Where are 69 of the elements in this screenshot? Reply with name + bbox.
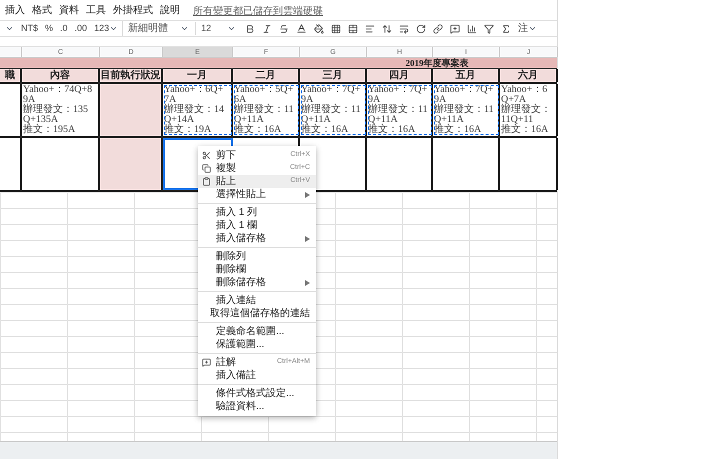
font-size-dropdown[interactable]: 12 [195, 22, 242, 36]
align-left-icon [365, 24, 376, 34]
comment-add-icon [450, 24, 460, 34]
font-dropdown[interactable]: 新細明體 [122, 21, 194, 36]
number-format-button[interactable]: 123 [91, 20, 122, 36]
header-cell: 三月 [300, 69, 367, 82]
caret-icon [528, 24, 538, 33]
context-menu-item[interactable]: 插入 1 列 [198, 206, 316, 219]
header-cell: 內容 [22, 69, 100, 82]
menu-item[interactable]: 插入 [5, 6, 25, 16]
currency-button[interactable]: NT$ [18, 20, 42, 36]
link-icon [433, 24, 444, 34]
increase-decimals-button[interactable]: .00 [72, 20, 90, 36]
context-menu-item[interactable]: 刪除列 [198, 250, 316, 263]
context-menu-item[interactable]: 插入儲存格 [198, 232, 316, 245]
caret-icon [180, 24, 190, 33]
submenu-arrow-icon [305, 192, 310, 198]
header-cell: 一月 [163, 69, 233, 82]
italic-icon [262, 24, 272, 34]
menu-item[interactable]: 資料 [59, 6, 79, 16]
caret-icon [109, 24, 118, 33]
context-menu-item[interactable]: 插入 1 欄 [198, 219, 316, 232]
context-menu-item[interactable]: 刪除欄 [198, 263, 316, 276]
submenu-arrow-icon [305, 280, 310, 286]
merge-cells-icon [348, 24, 358, 34]
header-cell: 目前執行狀況 [100, 69, 163, 82]
table-cell: Yahoo+：74Q+89A 辦理發文：135Q+135A 推文：195A [22, 84, 100, 136]
context-menu-item[interactable]: 刪除儲存格 [198, 276, 316, 289]
table-title: 2019年度專案表 [404, 58, 470, 68]
paint-bucket-icon [314, 24, 324, 34]
text-wrap-icon [399, 24, 410, 34]
vertical-align-icon [382, 24, 392, 34]
context-menu-item[interactable]: 驗證資料... [198, 400, 316, 413]
borders-icon [331, 24, 342, 34]
header-cell: 四月 [367, 69, 433, 82]
caret-icon [227, 24, 236, 33]
menu-item[interactable]: 工具 [86, 6, 106, 16]
context-menu-item[interactable]: 取得這個儲存格的連結 [198, 307, 316, 320]
caret-icon [5, 24, 14, 33]
context-menu-item[interactable]: 條件式格式設定... [198, 387, 316, 400]
percent-button[interactable]: % [42, 20, 56, 36]
table-cell: Yahoo+：6Q+7A 辦理發文：11Q+11 推文：16A [500, 84, 558, 136]
save-status-link[interactable]: 所有變更都已儲存到雲端硬碟 [193, 4, 323, 18]
header-cell: 二月 [233, 69, 300, 82]
sigma-icon [501, 24, 512, 34]
decrease-decimals-button[interactable]: .0 [57, 20, 71, 36]
context-menu-item[interactable]: 選擇性貼上 [198, 188, 316, 201]
rotate-icon [416, 24, 426, 34]
header-cell: 六月 [500, 69, 558, 82]
header-cell: 五月 [433, 69, 500, 82]
bold-icon [245, 24, 256, 34]
context-menu-item[interactable]: 插入備註 [198, 369, 316, 382]
header-cell: 職 [0, 69, 22, 82]
menu-item[interactable]: 外掛程式 [113, 6, 153, 16]
clipboard-icon [202, 177, 211, 186]
context-menu-item[interactable]: 保護範圍... [198, 338, 316, 351]
context-menu-item[interactable]: 定義命名範圍... [198, 325, 316, 338]
context-menu-item[interactable]: 插入連結 [198, 294, 316, 307]
filter-icon [484, 24, 494, 34]
menu-item[interactable]: 格式 [32, 6, 52, 16]
strikethrough-icon [279, 24, 290, 34]
text-color-icon [296, 23, 308, 34]
menu-item[interactable]: 說明 [160, 6, 180, 16]
copy-icon [202, 164, 211, 173]
submenu-arrow-icon [305, 236, 310, 242]
input-tools-button[interactable]: 注 [515, 21, 540, 36]
bar-chart-icon [467, 24, 478, 34]
comment-add-icon [202, 358, 211, 367]
scissors-icon [202, 151, 211, 160]
